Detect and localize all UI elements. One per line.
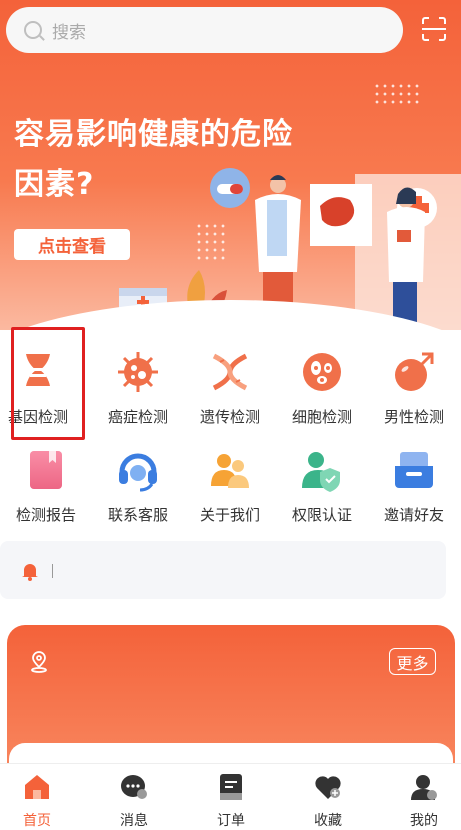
service-label: 遗传检测 [199,408,260,426]
search-icon [24,21,42,39]
service-label: 权限认证 [291,506,352,524]
home-icon [25,775,49,799]
people-icon [211,454,249,488]
user-shield-icon [302,452,340,492]
location-icon [31,651,47,673]
service-label: 细胞检测 [291,408,352,426]
tab-profile[interactable]: 我的 [378,764,461,830]
service-label: 联系客服 [107,506,168,524]
search-placeholder: 搜索 [52,22,86,43]
tab-favorites[interactable]: 收藏 [282,764,374,830]
notice-bar[interactable] [0,541,446,599]
service-cancer-test[interactable]: 癌症检测 [92,346,184,436]
tab-home[interactable]: 首页 [0,764,83,830]
decor-dots [373,82,423,104]
selection-highlight [11,327,85,440]
service-test-report[interactable]: 检测报告 [0,444,92,534]
service-label: 关于我们 [199,506,260,524]
tab-orders[interactable]: 订单 [185,764,277,830]
tab-label: 我的 [410,813,438,829]
male-icon [395,352,434,391]
service-about-us[interactable]: 关于我们 [184,444,276,534]
bell-icon [22,564,38,581]
dna-icon [212,353,248,391]
favorite-icon [315,776,341,799]
service-label: 男性检测 [383,408,444,426]
service-label: 邀请好友 [383,506,444,524]
profile-icon [411,775,437,800]
virus-icon [118,352,158,392]
service-male-test[interactable]: 男性检测 [368,346,460,436]
tab-label: 消息 [120,813,148,829]
service-cell-test[interactable]: 细胞检测 [276,346,368,436]
card-content [9,743,453,765]
view-details-button[interactable]: 点击查看 [14,229,130,260]
tab-messages[interactable]: 消息 [88,764,180,830]
tab-label: 首页 [23,813,51,829]
service-contact-support[interactable]: 联系客服 [92,444,184,534]
report-icon [30,451,62,489]
cell-icon [303,353,341,391]
order-icon [220,774,242,800]
service-label: 检测报告 [15,506,76,524]
scan-icon[interactable] [421,16,447,42]
tab-label: 收藏 [314,813,342,829]
search-bar[interactable]: 搜索 [6,7,403,53]
service-permission-auth[interactable]: 权限认证 [276,444,368,534]
service-invite-friends[interactable]: 邀请好友 [368,444,460,534]
location-card: 更多 [7,625,455,765]
hero-banner[interactable]: 容易影响健康的危险 因素? 点击查看 搜索 [0,0,461,330]
notice-divider [52,564,53,578]
inbox-icon [395,452,433,488]
message-icon [121,775,147,799]
more-button[interactable]: 更多 [389,648,436,675]
headset-icon [119,453,157,492]
tab-label: 订单 [217,813,245,829]
bottom-tab-bar: 首页 消息 订单 收藏 我的 [0,763,461,830]
service-label: 癌症检测 [107,408,168,426]
service-genetic-test[interactable]: 遗传检测 [184,346,276,436]
